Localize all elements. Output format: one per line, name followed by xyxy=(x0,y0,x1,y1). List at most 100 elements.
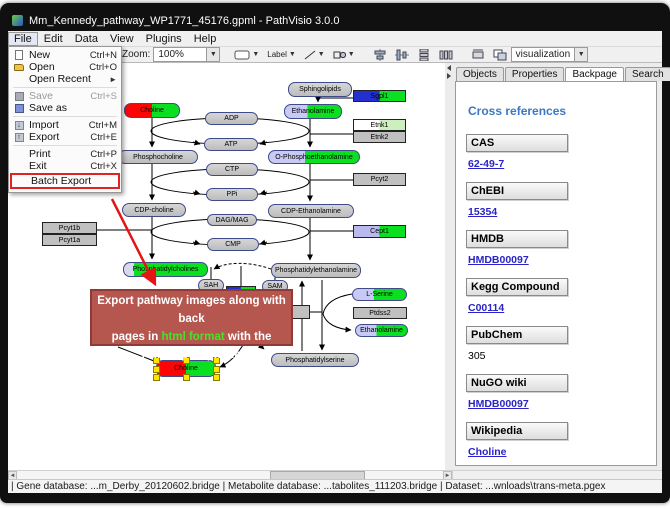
selection-handle[interactable] xyxy=(213,366,220,373)
pathway-node-cdp-choline[interactable]: CDP-choline xyxy=(122,203,186,217)
xref-section-title: CAS xyxy=(466,134,568,152)
menu-item-import[interactable]: ↓ImportCtrl+M xyxy=(10,119,120,131)
menu-view[interactable]: View xyxy=(104,32,140,46)
tab-search[interactable]: Search xyxy=(625,67,670,81)
pathway-node-o-phosphoethanolamine[interactable]: O-Phosphoethanolamine xyxy=(268,150,360,164)
pathway-node-ctp[interactable]: CTP xyxy=(206,163,258,176)
menu-item-open[interactable]: OpenCtrl+O xyxy=(10,61,120,73)
menu-icon-spacer xyxy=(13,149,25,159)
pathway-node-phosphatidylcholines[interactable]: Phosphatidylcholines xyxy=(123,262,208,277)
visualization-combobox[interactable]: visualization ▼ xyxy=(511,47,588,62)
chevron-down-icon[interactable]: ▼ xyxy=(252,51,259,58)
menu-item-print[interactable]: PrintCtrl+P xyxy=(10,148,120,160)
menu-icon-spacer xyxy=(13,161,25,171)
menu-data[interactable]: Data xyxy=(69,32,104,46)
pathway-node-l-serine[interactable]: L-Serine xyxy=(352,288,407,301)
xref-section-title: Wikipedia xyxy=(466,422,568,440)
pathway-node-choline[interactable]: Choline xyxy=(124,103,180,118)
callout-line-1: Export pathway images along with back xyxy=(92,292,291,328)
pathway-node-ethanolamine[interactable]: Ethanolamine xyxy=(284,104,342,119)
menu-item-save[interactable]: SaveCtrl+S xyxy=(10,90,120,102)
tab-backpage[interactable]: Backpage xyxy=(565,67,623,82)
cross-references-heading: Cross references xyxy=(468,104,646,118)
selection-handle[interactable] xyxy=(153,366,160,373)
window-title: Mm_Kennedy_pathway_WP1771_45176.gpml - P… xyxy=(29,15,339,27)
zorder-button[interactable] xyxy=(490,47,510,62)
pathway-node-etnk2[interactable]: Etnk2 xyxy=(353,131,406,143)
collapse-left-icon[interactable] xyxy=(447,65,451,71)
xref-section-kegg-compound: Kegg CompoundC00114 xyxy=(466,278,646,314)
shape-icon xyxy=(333,50,346,60)
xref-section-title: ChEBI xyxy=(466,182,568,200)
menu-shortcut: Ctrl+N xyxy=(90,50,117,61)
datanode-tool-button[interactable]: ▼ xyxy=(231,47,262,62)
pathway-node-ethanolamine[interactable]: Ethanolamine xyxy=(355,324,408,337)
stack-horizontal-button[interactable] xyxy=(436,47,456,62)
menu-item-new[interactable]: NewCtrl+N xyxy=(10,49,120,61)
pathway-node-phosphatidylethanolamine[interactable]: Phosphatidylethanolamine xyxy=(271,263,361,278)
chevron-down-icon[interactable]: ▼ xyxy=(348,51,355,58)
pathway-node-dag-mag[interactable]: DAG/MAG xyxy=(207,214,257,226)
screenshot-stage: Mm_Kennedy_pathway_WP1771_45176.gpml - P… xyxy=(0,0,670,509)
xref-value: HMDB00097 xyxy=(468,254,646,266)
selection-handle[interactable] xyxy=(153,374,160,381)
menu-item-label: Batch Export xyxy=(31,175,115,187)
pathway-node-etnk1[interactable]: Etnk1 xyxy=(353,119,406,131)
menu-item-batch-export[interactable]: Batch Export xyxy=(10,173,120,189)
xref-link[interactable]: HMDB00097 xyxy=(468,398,529,410)
xref-link[interactable]: HMDB00097 xyxy=(468,254,529,266)
selection-handle[interactable] xyxy=(183,374,190,381)
xref-section-title: HMDB xyxy=(466,230,568,248)
panel-splitter[interactable] xyxy=(445,63,452,470)
chevron-down-icon[interactable]: ▼ xyxy=(206,48,219,61)
side-panel-tabs: ObjectsPropertiesBackpageSearchLegend xyxy=(452,63,662,81)
pathway-node-sphingolipids[interactable]: Sphingolipids xyxy=(288,82,352,97)
align-center-x-button[interactable] xyxy=(370,47,390,62)
pathway-node-sgpl1[interactable]: Sgpl1 xyxy=(353,90,406,102)
xref-link[interactable]: 62-49-7 xyxy=(468,158,504,170)
pathway-node-atp[interactable]: ATP xyxy=(204,138,258,151)
zoom-combobox[interactable]: 100% ▼ xyxy=(153,47,220,62)
menu-item-exit[interactable]: ExitCtrl+X xyxy=(10,160,120,172)
menu-item-save-as[interactable]: Save as xyxy=(10,102,120,114)
shape-tool-button[interactable]: ▼ xyxy=(330,47,358,62)
pathway-node-adp[interactable]: ADP xyxy=(205,112,258,125)
expand-right-icon[interactable] xyxy=(447,73,451,79)
menu-file[interactable]: File xyxy=(8,32,38,46)
chevron-down-icon[interactable]: ▼ xyxy=(574,48,587,61)
align-center-y-button[interactable] xyxy=(392,47,412,62)
xref-section-chebi: ChEBI 15354 xyxy=(466,182,646,218)
chevron-down-icon[interactable]: ▼ xyxy=(318,51,325,58)
menu-item-export[interactable]: ↑ExportCtrl+E xyxy=(10,131,120,143)
menu-edit[interactable]: Edit xyxy=(38,32,69,46)
xref-section-hmdb: HMDB HMDB00097 xyxy=(466,230,646,266)
pathway-node-cept1[interactable]: Cept1 xyxy=(353,225,406,238)
menu-item-open-recent[interactable]: Open Recent► xyxy=(10,73,120,85)
label-tool-button[interactable]: Label ▼ xyxy=(264,47,299,62)
menu-plugins[interactable]: Plugins xyxy=(140,32,188,46)
line-tool-button[interactable]: ▼ xyxy=(301,47,328,62)
title-bar[interactable]: Mm_Kennedy_pathway_WP1771_45176.gpml - P… xyxy=(8,10,662,31)
tab-properties[interactable]: Properties xyxy=(505,67,565,81)
backpage-panel[interactable]: Cross references CAS 62-49-7 ChEBI 15354 HMD… xyxy=(455,81,657,466)
tab-objects[interactable]: Objects xyxy=(456,67,504,81)
xref-link[interactable]: 15354 xyxy=(468,206,497,218)
stack-vertical-button[interactable] xyxy=(414,47,434,62)
common-size-button[interactable] xyxy=(468,47,488,62)
menu-shortcut: Ctrl+X xyxy=(90,161,117,172)
pathway-node-ptdss2[interactable]: Ptdss2 xyxy=(353,307,407,319)
import-icon: ↓ xyxy=(15,121,24,130)
pathway-node-pcyt1a[interactable]: Pcyt1a xyxy=(42,234,97,246)
pathway-node-cdp-ethanolamine[interactable]: CDP-Ethanolamine xyxy=(268,204,354,218)
xref-link[interactable]: Choline xyxy=(468,446,507,458)
menu-help[interactable]: Help xyxy=(188,32,223,46)
xref-link[interactable]: C00114 xyxy=(468,302,504,314)
pathway-node-pcyt1b[interactable]: Pcyt1b xyxy=(42,222,97,234)
pathway-node-ppi[interactable]: PPi xyxy=(206,188,258,201)
chevron-down-icon[interactable]: ▼ xyxy=(289,51,296,58)
pathway-node-cmp[interactable]: CMP xyxy=(207,238,259,251)
pathway-node-pcyt2[interactable]: Pcyt2 xyxy=(353,173,406,186)
pathway-node-phosphocholine[interactable]: Phosphocholine xyxy=(118,150,198,164)
menu-icon-spacer xyxy=(13,74,25,84)
selection-handle[interactable] xyxy=(213,374,220,381)
